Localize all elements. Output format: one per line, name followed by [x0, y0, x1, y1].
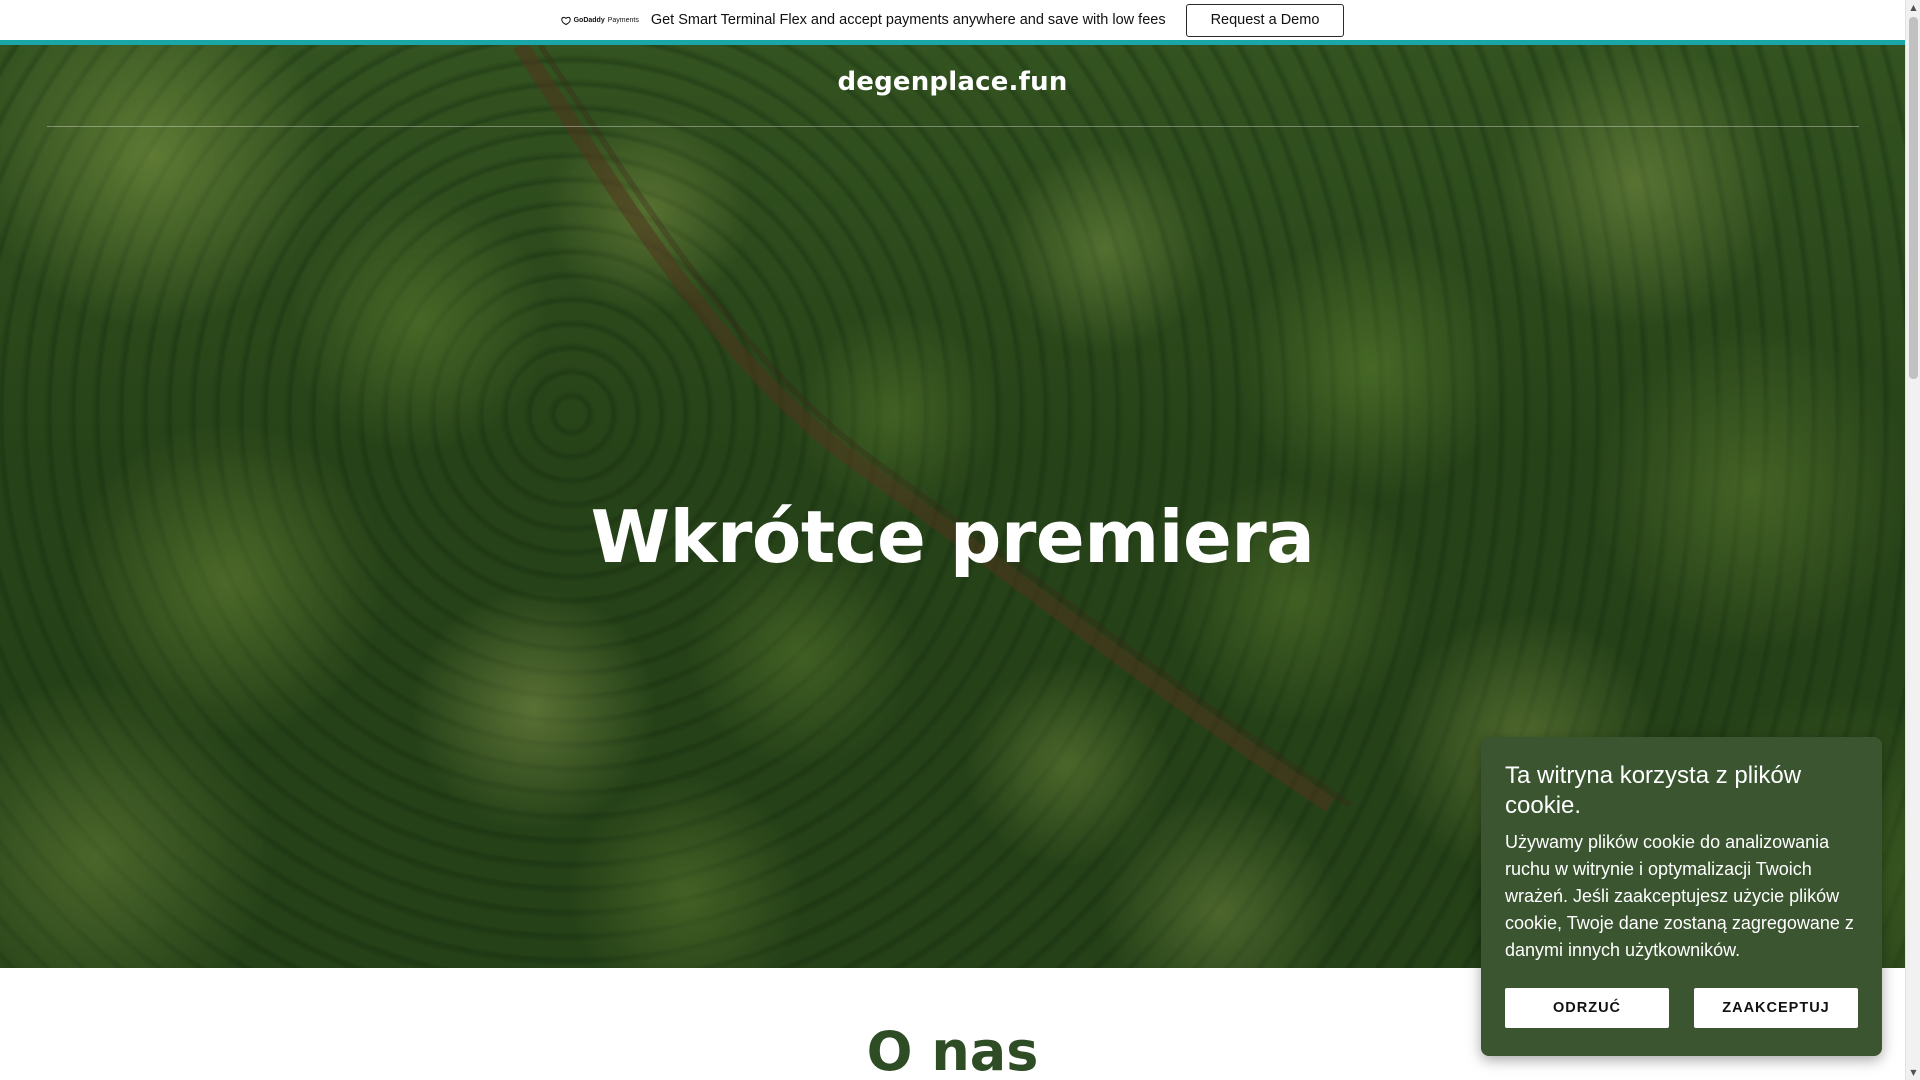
promo-logo-suffix: Payments [607, 16, 639, 24]
cookie-dialog-body: Używamy plików cookie do analizowania ru… [1505, 832, 1854, 960]
promo-logo: GoDaddy Payments [560, 16, 639, 25]
scroll-down-arrow-icon[interactable]: ▼ [1906, 1065, 1920, 1080]
cookie-dialog-title: Ta witryna korzysta z plików cookie. [1505, 762, 1802, 819]
cookie-accept-button[interactable]: ZAAKCEPTUJ [1694, 988, 1858, 1028]
scroll-up-arrow-icon[interactable]: ▲ [1906, 0, 1920, 15]
cookie-decline-button[interactable]: ODRZUĆ [1505, 988, 1669, 1028]
header-divider [47, 126, 1859, 127]
promo-logo-brand: GoDaddy [573, 16, 605, 24]
cookie-dialog-actions: ODRZUĆ ZAAKCEPTUJ [1505, 988, 1858, 1028]
scrollbar-thumb[interactable] [1909, 17, 1918, 379]
page-scrollbar[interactable]: ▲ ▼ [1905, 0, 1920, 1080]
page: GoDaddy Payments Get Smart Terminal Flex… [0, 0, 1920, 1080]
request-demo-button[interactable]: Request a Demo [1185, 3, 1345, 37]
hero-heading: Wkrótce premiera [590, 495, 1315, 579]
cookie-consent-dialog: Ta witryna korzysta z plików cookie. Uży… [1481, 737, 1882, 1056]
site-title[interactable]: degenplace.fun [0, 67, 1905, 97]
promo-text: Get Smart Terminal Flex and accept payme… [650, 12, 1166, 28]
promo-bar: GoDaddy Payments Get Smart Terminal Flex… [0, 0, 1905, 45]
godaddy-logo-icon [560, 16, 571, 25]
